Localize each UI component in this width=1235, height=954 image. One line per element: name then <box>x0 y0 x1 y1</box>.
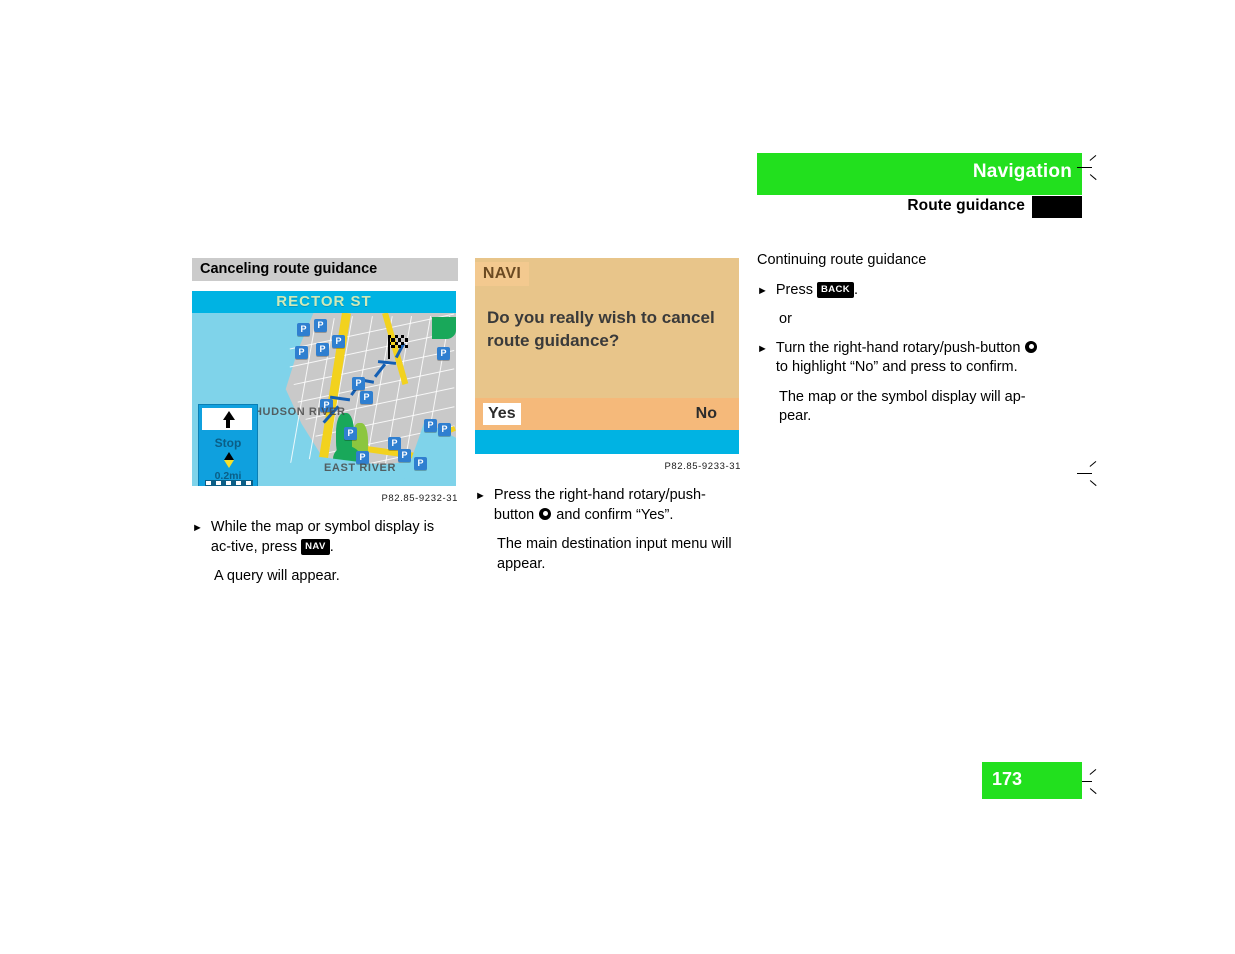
instruction-text: While the map or symbol display is ac-ti… <box>211 518 458 557</box>
page-number-badge: 173 <box>982 762 1082 799</box>
alternative-connector: or <box>779 310 792 327</box>
map-parking-icon: P <box>398 449 411 462</box>
map-guidance-panel: Stop 0.2mi <box>198 404 258 486</box>
vehicle-position-icon <box>224 452 234 460</box>
bullet-triangle-icon: ► <box>757 284 768 297</box>
instruction-text: Press the right-hand rotary/push-button … <box>494 486 741 525</box>
dialog-bottom-strip <box>475 430 739 454</box>
instruction-text-part-b: to highlight “No” and press to confirm. <box>775 359 1018 375</box>
map-street-title: RECTOR ST <box>192 291 456 313</box>
dialog-no-button[interactable]: No <box>696 403 717 425</box>
dialog-question: Do you really wish to cancel route guida… <box>487 308 715 350</box>
map-label-hudson-river: HUDSON RIVER <box>254 406 346 418</box>
map-parking-icon: P <box>316 343 329 356</box>
column-right: Continuing route guidance ► Press BACK. … <box>757 251 1042 427</box>
rotary-push-button-icon <box>1025 340 1038 353</box>
figure-map-display: P P P P P P P P P P P P P P P P HUDSON R… <box>192 291 456 486</box>
map-parking-icon: P <box>424 419 437 432</box>
subsection-heading-plain: Continuing route guidance <box>757 252 927 268</box>
figure-caption: P82.85-9233-31 <box>664 461 741 472</box>
instruction-result: A query will appear. <box>214 568 340 584</box>
figure-caption: P82.85-9232-31 <box>381 493 458 504</box>
column-left: Canceling route guidance P P P P P P P P… <box>192 258 458 587</box>
dialog-yes-button[interactable]: Yes <box>483 403 521 425</box>
map-parking-icon: P <box>414 457 427 470</box>
instruction-text-part-a: Turn the right-hand rotary/push-button <box>775 339 1025 356</box>
instruction-text-part-b: . <box>854 281 859 298</box>
map-label-east-river: EAST RIVER <box>324 462 397 474</box>
direction-arrow-icon <box>202 408 252 430</box>
rotary-push-button-icon <box>539 507 552 520</box>
crop-mark-middle-right <box>1077 461 1099 487</box>
map-parking-icon: P <box>297 323 310 336</box>
instruction-text-part-b: and confirm “Yes”. <box>552 506 674 523</box>
instruction-result: The map or the symbol display will ap-pe… <box>779 388 1026 425</box>
guidance-status: Stop <box>214 436 242 450</box>
map-scale-bar <box>205 480 253 486</box>
map-parking-icon: P <box>352 377 365 390</box>
map-parking-icon: P <box>344 427 357 440</box>
instruction-step: ► Turn the right-hand rotary/push-button… <box>757 339 1042 378</box>
figure-navi-dialog: NAVI Do you really wish to cancel route … <box>475 258 739 454</box>
map-parking-icon: P <box>295 346 308 359</box>
map-park <box>432 317 456 339</box>
navi-label: NAVI <box>475 262 529 286</box>
map-parking-icon: P <box>314 319 327 332</box>
instruction-text: Turn the right-hand rotary/push-button t… <box>776 339 1042 378</box>
instruction-text-part-b: . <box>329 538 334 555</box>
map-parking-icon: P <box>437 347 450 360</box>
crop-mark-top-right <box>1077 155 1099 181</box>
instruction-result: The main destination input menu will app… <box>497 536 732 572</box>
back-key-badge: BACK <box>816 282 855 298</box>
bullet-triangle-icon: ► <box>192 522 203 534</box>
instruction-text-part-a: Press <box>775 281 817 298</box>
bullet-triangle-icon: ► <box>475 490 486 502</box>
section-header: Route guidance <box>757 196 1082 219</box>
chapter-header-banner: Navigation <box>757 153 1082 195</box>
section-tab-marker <box>1032 196 1082 218</box>
bullet-triangle-icon: ► <box>757 342 768 355</box>
instruction-text: Press BACK. <box>776 281 1042 301</box>
map-destination-flag-icon <box>388 335 408 350</box>
map-parking-icon: P <box>360 391 373 404</box>
instruction-step: ► Press BACK. <box>757 281 1042 301</box>
column-middle: NAVI Do you really wish to cancel route … <box>475 258 741 574</box>
section-title: Route guidance <box>907 197 1025 214</box>
subsection-heading: Canceling route guidance <box>192 258 458 281</box>
instruction-step: ► Press the right-hand rotary/push-butto… <box>475 486 741 525</box>
nav-key-badge: NAV <box>301 539 330 555</box>
page-number: 173 <box>992 769 1023 789</box>
instruction-step: ► While the map or symbol display is ac-… <box>192 518 458 557</box>
chapter-title: Navigation <box>972 161 1072 182</box>
manual-page: Navigation Route guidance Canceling rout… <box>0 0 1235 954</box>
map-parking-icon: P <box>332 335 345 348</box>
map-parking-icon: P <box>438 423 451 436</box>
